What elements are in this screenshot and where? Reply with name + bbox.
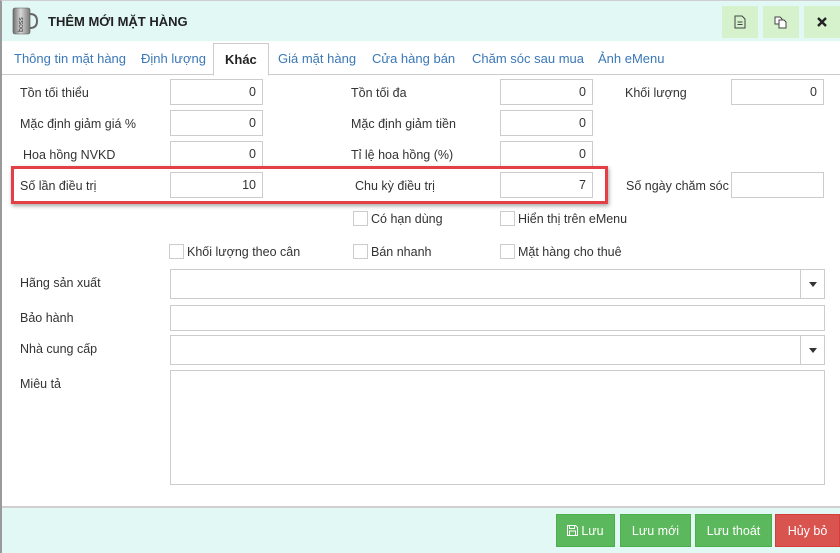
so-ngay-cham-soc-input[interactable] — [731, 172, 824, 198]
chu-ky-dieu-tri-label: Chu kỳ điều trị — [355, 179, 435, 193]
checkbox-box[interactable] — [353, 244, 368, 259]
tab-dinh-luong[interactable]: Định lượng — [141, 43, 206, 75]
bao-hanh-input[interactable] — [170, 305, 825, 331]
document-button[interactable] — [722, 6, 758, 38]
hang-san-xuat-label: Hãng sản xuất — [20, 276, 101, 290]
ban-nhanh-checkbox[interactable]: Bán nhanh — [353, 244, 431, 259]
checkbox-box[interactable] — [500, 244, 515, 259]
copy-button[interactable] — [763, 6, 799, 38]
mieu-ta-label: Miêu tả — [20, 377, 61, 391]
tab-anh-emenu[interactable]: Ảnh eMenu — [598, 43, 665, 75]
tab-gia-mat-hang[interactable]: Giá mặt hàng — [278, 43, 356, 75]
save-button[interactable]: Lưu — [556, 514, 615, 547]
ton-toi-da-label: Tồn tối đa — [351, 86, 407, 100]
hien-thi-emenu-label: Hiển thị trên eMenu — [518, 211, 628, 226]
khoi-luong-input[interactable] — [731, 79, 824, 105]
dropdown-arrow-icon[interactable] — [800, 336, 824, 364]
so-ngay-cham-soc-label: Số ngày chăm sóc — [626, 179, 729, 193]
ton-toi-thieu-input[interactable] — [170, 79, 263, 105]
ton-toi-thieu-label: Tồn tối thiểu — [20, 86, 89, 100]
save-new-button[interactable]: Lưu mới — [620, 514, 691, 547]
giam-tien-label: Mặc định giảm tiền — [351, 117, 456, 131]
dialog-header: boss THÊM MỚI MẶT HÀNG — [2, 1, 840, 41]
so-lan-dieu-tri-label: Số lần điều trị — [20, 179, 97, 193]
hang-san-xuat-select[interactable] — [170, 269, 825, 299]
khoi-luong-label: Khối lượng — [625, 86, 687, 100]
khoi-luong-theo-can-checkbox[interactable]: Khối lượng theo cân — [169, 244, 300, 259]
hien-thi-emenu-checkbox[interactable]: Hiển thị trên eMenu — [500, 211, 627, 226]
add-item-dialog: boss THÊM MỚI MẶT HÀNG Thông tin mặt hàn… — [0, 0, 840, 553]
checkbox-box[interactable] — [353, 211, 368, 226]
ton-toi-da-input[interactable] — [500, 79, 593, 105]
document-icon — [734, 15, 746, 29]
bao-hanh-label: Bảo hành — [20, 311, 74, 325]
tab-cua-hang-ban[interactable]: Cửa hàng bán — [372, 43, 455, 75]
cho-thue-label: Mặt hàng cho thuê — [518, 244, 622, 259]
save-label: Lưu — [581, 523, 604, 538]
so-lan-dieu-tri-input[interactable] — [170, 172, 263, 198]
co-han-dung-label: Có hạn dùng — [371, 211, 443, 226]
tab-khac[interactable]: Khác — [213, 43, 269, 76]
giam-gia-pct-input[interactable] — [170, 110, 263, 136]
nha-cung-cap-select[interactable] — [170, 335, 825, 365]
close-icon — [817, 17, 827, 27]
checkbox-box[interactable] — [169, 244, 184, 259]
dialog-title: THÊM MỚI MẶT HÀNG — [48, 14, 188, 29]
chu-ky-dieu-tri-input[interactable] — [500, 172, 593, 198]
tab-thong-tin-mat-hang[interactable]: Thông tin mặt hàng — [14, 43, 126, 75]
checkbox-box[interactable] — [500, 211, 515, 226]
ti-le-hoa-hong-label: Tỉ lệ hoa hồng (%) — [351, 148, 454, 162]
svg-text:boss: boss — [18, 17, 25, 32]
copy-icon — [774, 16, 787, 29]
cho-thue-checkbox[interactable]: Mặt hàng cho thuê — [500, 244, 622, 259]
dropdown-arrow-icon[interactable] — [800, 270, 824, 298]
tab-bar: Thông tin mặt hàng Định lượng Khác Giá m… — [2, 43, 840, 76]
hoa-hong-nvkd-label: Hoa hồng NVKD — [23, 148, 116, 162]
ban-nhanh-label: Bán nhanh — [371, 244, 432, 259]
nha-cung-cap-label: Nhà cung cấp — [20, 342, 98, 356]
mieu-ta-textarea[interactable] — [170, 370, 825, 485]
hoa-hong-nvkd-input[interactable] — [170, 141, 263, 167]
ti-le-hoa-hong-input[interactable] — [500, 141, 593, 167]
giam-tien-input[interactable] — [500, 110, 593, 136]
save-exit-button[interactable]: Lưu thoát — [695, 514, 772, 547]
giam-gia-pct-label: Mặc định giảm giá % — [20, 117, 137, 131]
co-han-dung-checkbox[interactable]: Có hạn dùng — [353, 211, 443, 226]
close-button[interactable] — [804, 6, 840, 38]
floppy-disk-icon — [567, 525, 579, 536]
cancel-button[interactable]: Hủy bỏ — [775, 514, 840, 547]
khoi-luong-theo-can-label: Khối lượng theo cân — [187, 244, 301, 259]
boss-mug-logo: boss — [12, 7, 38, 35]
tab-cham-soc-sau-mua[interactable]: Chăm sóc sau mua — [472, 43, 584, 75]
